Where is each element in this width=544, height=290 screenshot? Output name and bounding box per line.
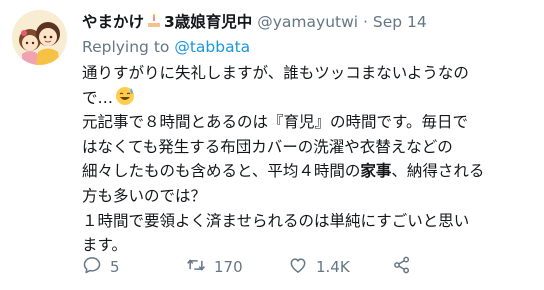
reply-icon — [82, 255, 102, 279]
body-line: 方も多いのでは？ — [82, 186, 207, 205]
tweet[interactable]: やまかけ 3歳娘育児中 @yamayutwi · Sep 14 Replying … — [0, 0, 544, 290]
avatar-illustration — [12, 10, 67, 65]
body-line: 元記事で８時間とあるのは『育児』の時間です。毎日で — [82, 113, 468, 132]
body-line-text: 、納得される — [391, 162, 485, 181]
body-line: 細々したものも含めると、平均４時間の家事、納得される — [82, 159, 540, 184]
body-line-text: 細々したものも含めると、平均４時間の — [82, 162, 361, 181]
tweet-actions: 5 170 1.4K — [82, 256, 512, 278]
body-line: 通りすがりに失礼しますが、誰もツッコまないようなの — [82, 64, 469, 82]
share-button[interactable] — [392, 256, 412, 278]
share-icon — [392, 255, 412, 279]
body-line: １時間で要領よく済ませられるのは単純にすごいと思い — [82, 211, 470, 230]
body-line-text: で… — [82, 88, 114, 107]
like-button[interactable]: 1.4K — [288, 256, 350, 278]
heart-icon — [288, 255, 308, 279]
reply-count: 5 — [110, 258, 120, 276]
replying-to-label: Replying to — [82, 38, 170, 56]
tweet-date[interactable]: Sep 14 — [373, 13, 427, 31]
body-line: はなくても発生する布団カバーの洗濯や衣替えなどの — [82, 137, 453, 156]
reply-button[interactable]: 5 — [82, 256, 120, 278]
separator-dot: · — [363, 13, 368, 31]
display-name-suffix[interactable]: 3歳娘育児中 — [164, 13, 252, 31]
reply-mention-link[interactable]: @tabbata — [174, 38, 250, 56]
like-count: 1.4K — [316, 258, 350, 276]
body-line: で… — [82, 86, 540, 111]
replying-to: Replying to @tabbata — [82, 36, 250, 58]
body-line: ます。 — [82, 236, 127, 255]
retweet-count: 170 — [214, 258, 243, 276]
body-bold-text: 家事 — [360, 162, 392, 181]
tweet-header: やまかけ 3歳娘育児中 @yamayutwi · Sep 14 — [82, 11, 427, 33]
retweet-button[interactable]: 170 — [186, 256, 243, 278]
user-handle[interactable]: @yamayutwi — [257, 13, 358, 31]
tweet-body: 通りすがりに失礼しますが、誰もツッコまないようなの で… 元記事で８時間とあるの… — [82, 61, 540, 258]
avatar[interactable] — [12, 10, 67, 65]
retweet-icon — [186, 255, 206, 279]
birthday-cake-icon — [146, 13, 162, 35]
display-name[interactable]: やまかけ — [82, 13, 144, 31]
sweat-smile-icon — [115, 86, 135, 114]
